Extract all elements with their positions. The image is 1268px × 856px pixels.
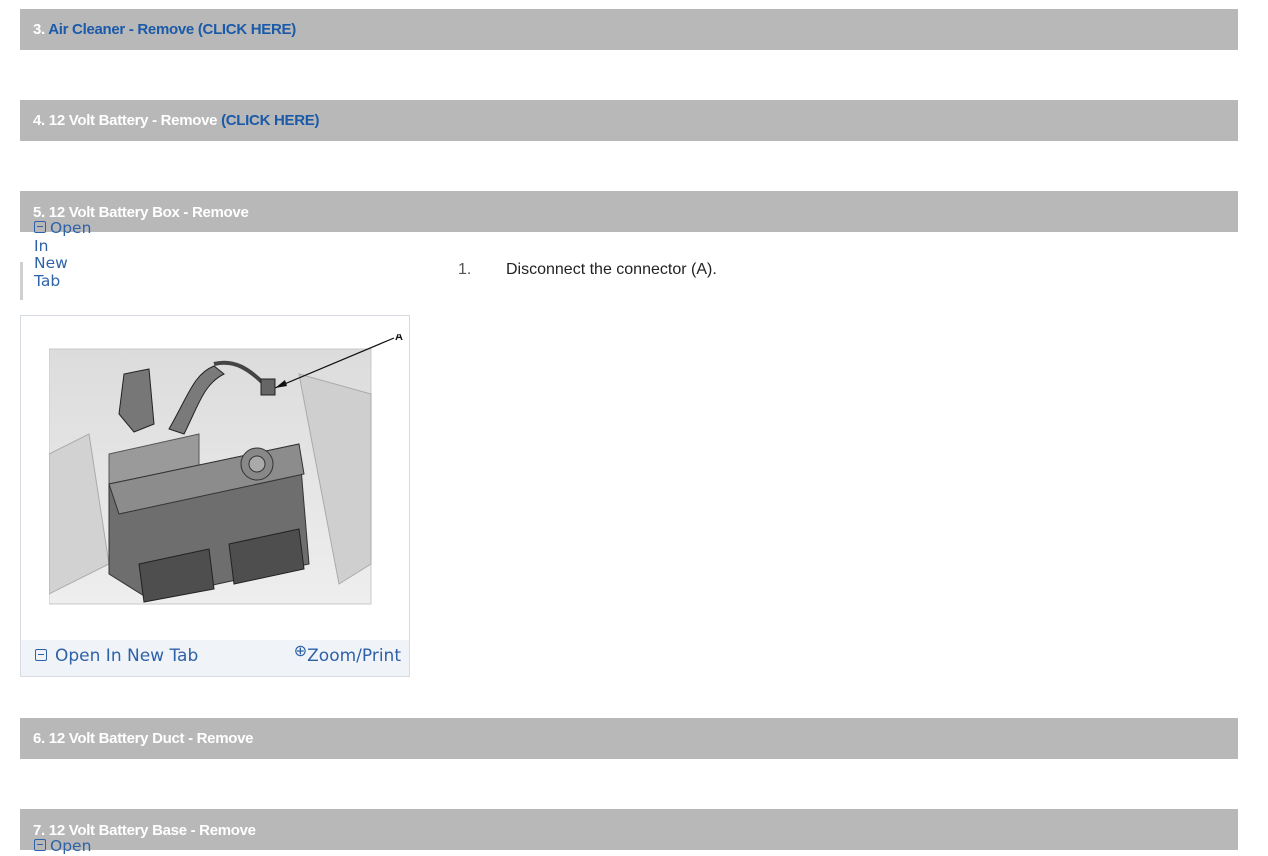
figure-footer: Open In New Tab ⊕Zoom/Print [21, 640, 409, 676]
open-in-new-tab-link[interactable]: Open In New Tab [34, 219, 91, 290]
open-in-new-tab-icon [35, 649, 47, 661]
air-cleaner-link[interactable]: Air Cleaner - Remove [48, 21, 194, 38]
step-number: 1. [458, 261, 472, 278]
section-header-5: 5. 12 Volt Battery Box - Remove [20, 191, 1238, 232]
section-title: 6. 12 Volt Battery Duct - Remove [33, 730, 254, 747]
section-header-4: 4. 12 Volt Battery - Remove (CLICK HERE) [20, 100, 1238, 141]
open-in-new-tab-link-bottom[interactable]: Open [34, 837, 91, 856]
section-title: 3. Air Cleaner - Remove [33, 21, 194, 38]
section-header-3: 3. Air Cleaner - Remove (CLICK HERE) [20, 9, 1238, 50]
click-here-link[interactable]: (CLICK HERE) [221, 112, 319, 129]
zoom-icon: ⊕ [293, 641, 308, 660]
figure-open-in-new-tab-link[interactable]: Open In New Tab [35, 646, 198, 666]
step-item: 1. Disconnect the connector (A). [458, 261, 717, 279]
section-title: 4. 12 Volt Battery - Remove [33, 112, 218, 129]
step-text: Disconnect the connector (A). [506, 261, 717, 278]
zoom-print-link[interactable]: ⊕Zoom/Print [294, 641, 401, 666]
callout-label: A [395, 334, 403, 343]
open-in-new-tab-icon [34, 221, 46, 233]
figure-card: A Open In New Tab ⊕Zoom/Print [20, 315, 410, 677]
click-here-link[interactable]: (CLICK HERE) [198, 21, 296, 38]
divider [20, 262, 23, 300]
section-header-7: 7. 12 Volt Battery Base - Remove [20, 809, 1238, 850]
section-header-6: 6. 12 Volt Battery Duct - Remove [20, 718, 1238, 759]
battery-box-illustration[interactable]: A [49, 334, 405, 630]
open-in-new-tab-icon [34, 839, 46, 851]
